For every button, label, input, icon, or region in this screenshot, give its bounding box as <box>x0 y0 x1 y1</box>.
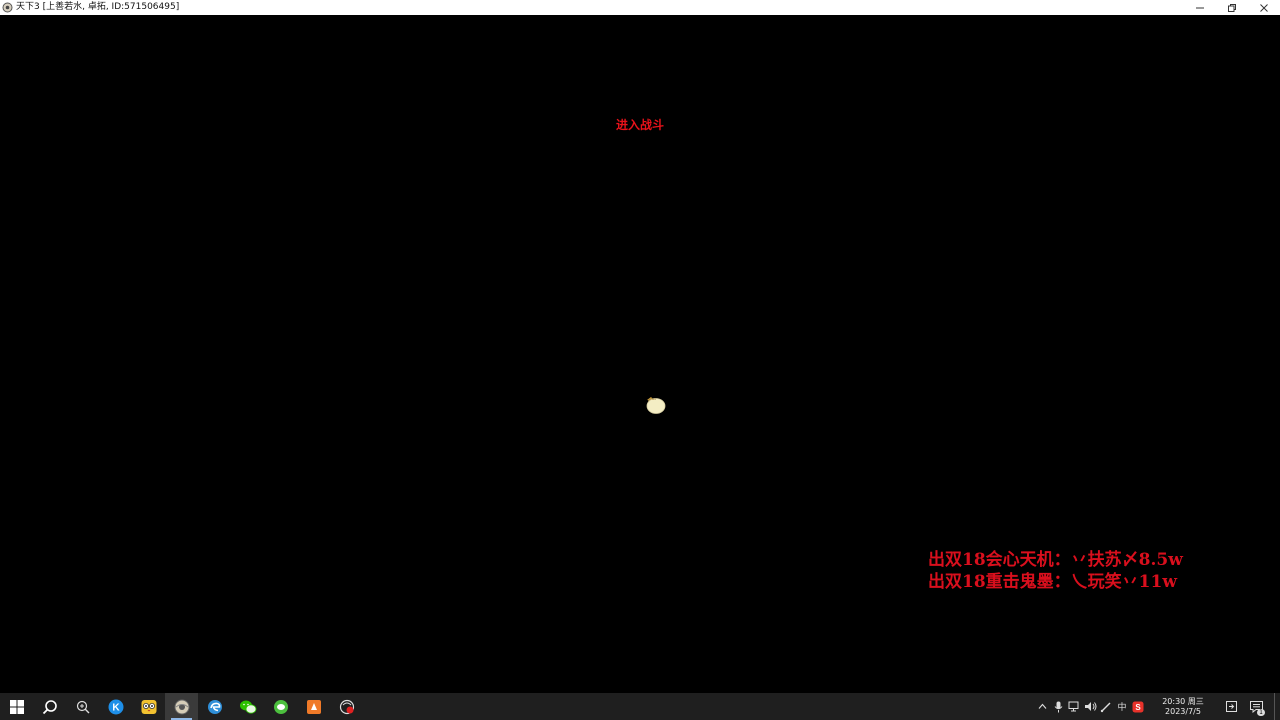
k-app-icon: K <box>108 699 123 714</box>
sogou-ime-button[interactable]: S <box>1130 693 1146 720</box>
wechat-icon <box>239 700 256 714</box>
taskbar-k-app[interactable]: K <box>99 693 132 720</box>
start-icon <box>9 699 24 714</box>
restore-button[interactable] <box>1216 0 1248 15</box>
edge-browser-icon <box>207 699 222 714</box>
ime-icon: 中 <box>1117 703 1127 713</box>
notification-center-button[interactable]: 1 <box>1242 693 1270 720</box>
search-icon <box>42 699 57 714</box>
system-tray: 中 S 20:30 周三 2023/7/5 1 <box>1034 693 1280 720</box>
notification-count-badge: 1 <box>1257 709 1265 716</box>
network-icon <box>1068 701 1079 712</box>
window-titlebar[interactable]: 天下3 [上善若水, 卓拓, ID:571506495] <box>0 0 1280 15</box>
svg-text:K: K <box>112 702 120 713</box>
taskbar-wechat[interactable] <box>231 693 264 720</box>
microphone-icon <box>1054 701 1062 712</box>
start-button[interactable] <box>0 693 33 720</box>
orange-app-icon <box>306 699 321 714</box>
promo-line: 出双18重击鬼墨：乀玩笑丷11w <box>928 572 1177 592</box>
windows-taskbar: K 中 S 20:30 周三 2023/7/5 1 <box>0 693 1280 720</box>
owl-app-icon <box>141 699 156 714</box>
chevron-up-icon <box>1038 703 1046 709</box>
promo-overlay: 出双18会心天机：丷扶苏〆8.5w 出双18重击鬼墨：乀玩笑丷11w <box>928 549 1228 593</box>
svg-text:S: S <box>1135 703 1141 712</box>
zoom-search-button[interactable] <box>66 693 99 720</box>
clock-time: 20:30 周三 <box>1162 696 1204 706</box>
loading-sprite-icon <box>644 394 668 416</box>
show-hidden-icons-button[interactable] <box>1034 693 1050 720</box>
desktop-window-icon <box>1225 701 1237 712</box>
pen-workspace-button[interactable] <box>1098 693 1114 720</box>
game-app-icon <box>2 2 13 13</box>
minimize-icon <box>1196 7 1204 8</box>
show-desktop-button[interactable] <box>1274 693 1280 720</box>
taskbar-green-chat[interactable] <box>264 693 297 720</box>
pen-icon <box>1100 702 1111 712</box>
restore-icon <box>1228 3 1236 12</box>
ime-mode-button[interactable]: 中 <box>1114 693 1130 720</box>
zoom-search-icon <box>76 700 89 713</box>
taskbar-edge-browser[interactable] <box>198 693 231 720</box>
microphone-button[interactable] <box>1050 693 1066 720</box>
taskbar-tianxia-game[interactable] <box>165 693 198 720</box>
desktop-peek-button[interactable] <box>1220 693 1242 720</box>
close-button[interactable] <box>1248 0 1280 15</box>
tianxia-game-icon <box>174 699 189 714</box>
network-button[interactable] <box>1066 693 1082 720</box>
screen-recorder-icon <box>339 699 354 714</box>
volume-button[interactable] <box>1082 693 1098 720</box>
minimize-button[interactable] <box>1184 0 1216 15</box>
taskbar-clock[interactable]: 20:30 周三 2023/7/5 <box>1152 693 1214 720</box>
promo-line: 出双18会心天机：丷扶苏〆8.5w <box>928 550 1183 570</box>
clock-date: 2023/7/5 <box>1165 706 1201 716</box>
taskbar-orange-app[interactable] <box>297 693 330 720</box>
green-chat-icon <box>273 699 288 714</box>
taskbar-owl-app[interactable] <box>132 693 165 720</box>
window-title: 天下3 [上善若水, 卓拓, ID:571506495] <box>16 2 180 12</box>
search-button[interactable] <box>33 693 66 720</box>
volume-icon <box>1084 702 1096 711</box>
close-icon <box>1260 3 1268 12</box>
battle-status-text: 进入战斗 <box>615 118 664 132</box>
taskbar-screen-recorder[interactable] <box>330 693 363 720</box>
sogou-icon: S <box>1132 701 1144 712</box>
